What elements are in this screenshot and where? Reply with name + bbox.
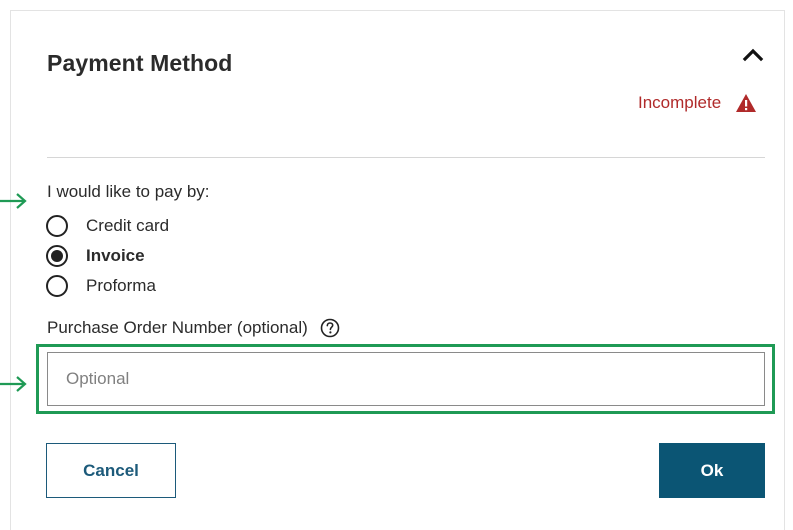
radio-invoice[interactable]: Invoice [46,245,145,267]
section-divider [47,157,765,158]
radio-button[interactable] [46,275,68,297]
cancel-button[interactable]: Cancel [46,443,176,498]
arrow-right-icon [0,376,27,392]
question-circle-icon[interactable] [320,318,340,338]
purchase-order-label-row: Purchase Order Number (optional) [47,318,340,338]
arrow-right-icon [0,193,27,209]
radio-label: Proforma [86,276,156,295]
warning-icon [736,94,757,112]
purchase-order-label: Purchase Order Number (optional) [47,318,308,337]
radio-button[interactable] [46,245,68,267]
status-indicator: Incomplete [638,93,757,113]
radio-proforma[interactable]: Proforma [46,275,156,297]
status-text: Incomplete [638,93,722,112]
radio-label: Invoice [86,246,145,265]
collapse-button[interactable] [740,44,766,66]
ok-button[interactable]: Ok [659,443,765,498]
chevron-up-icon [742,48,764,62]
payment-prompt: I would like to pay by: [47,182,210,201]
radio-selected-dot [51,250,63,262]
section-title: Payment Method [47,50,233,76]
radio-credit-card[interactable]: Credit card [46,215,169,237]
radio-label: Credit card [86,216,170,235]
radio-button[interactable] [46,215,68,237]
purchase-order-input[interactable] [47,352,765,406]
